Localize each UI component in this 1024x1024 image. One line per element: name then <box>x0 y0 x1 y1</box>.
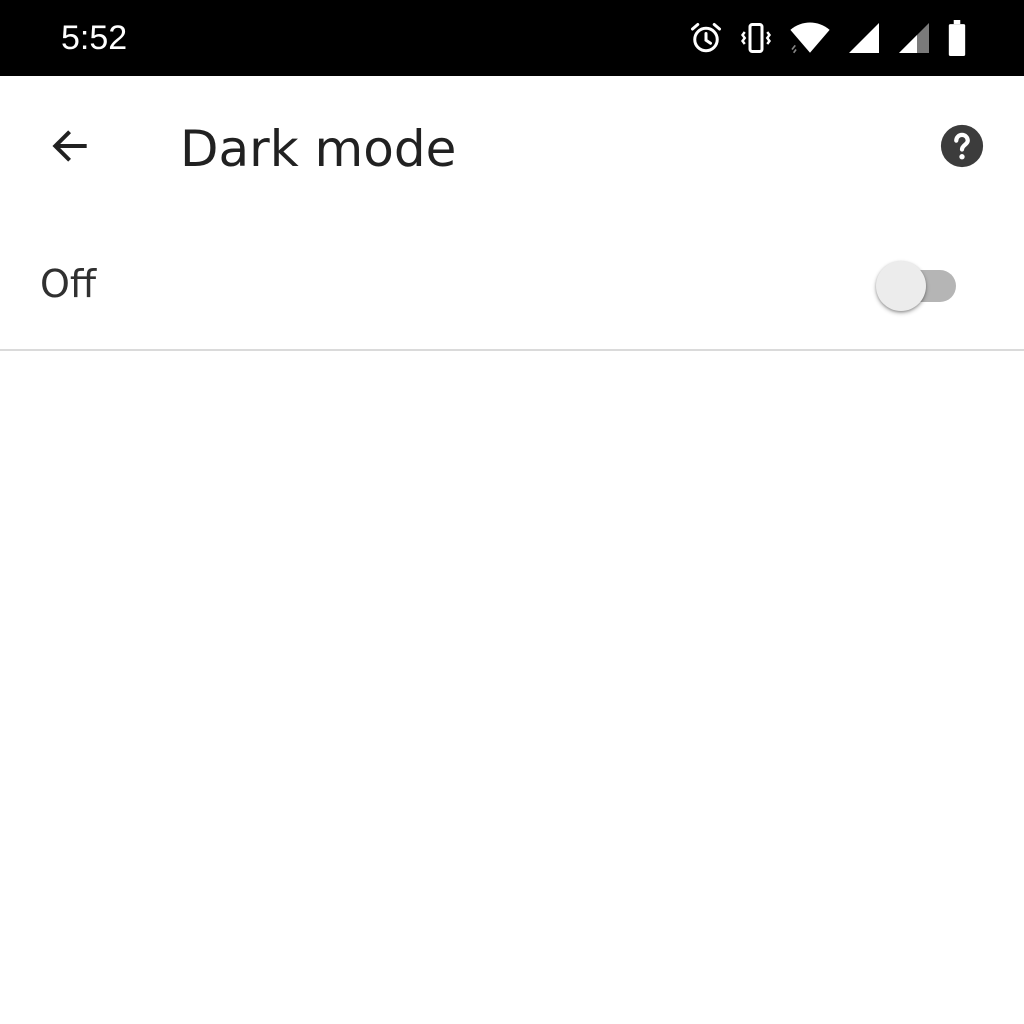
page-title: Dark mode <box>180 120 457 178</box>
toggle-thumb <box>876 261 926 311</box>
status-bar: 5:52 <box>0 0 1024 76</box>
battery-icon <box>946 20 968 56</box>
back-button[interactable] <box>38 116 102 180</box>
arrow-back-icon <box>48 124 92 173</box>
signal-icon <box>896 20 932 56</box>
help-button[interactable] <box>930 116 994 180</box>
dark-mode-toggle[interactable] <box>874 258 960 314</box>
signal-icon <box>846 20 882 56</box>
setting-label: Off <box>40 262 97 306</box>
dark-mode-setting-row[interactable]: Off <box>0 218 1024 351</box>
status-time: 5:52 <box>61 19 128 57</box>
vibrate-icon <box>738 20 774 56</box>
help-circle-icon <box>939 123 985 174</box>
alarm-icon <box>688 20 724 56</box>
app-bar: Dark mode <box>0 76 1024 218</box>
status-icons <box>688 20 968 56</box>
wifi-icon <box>788 20 832 56</box>
